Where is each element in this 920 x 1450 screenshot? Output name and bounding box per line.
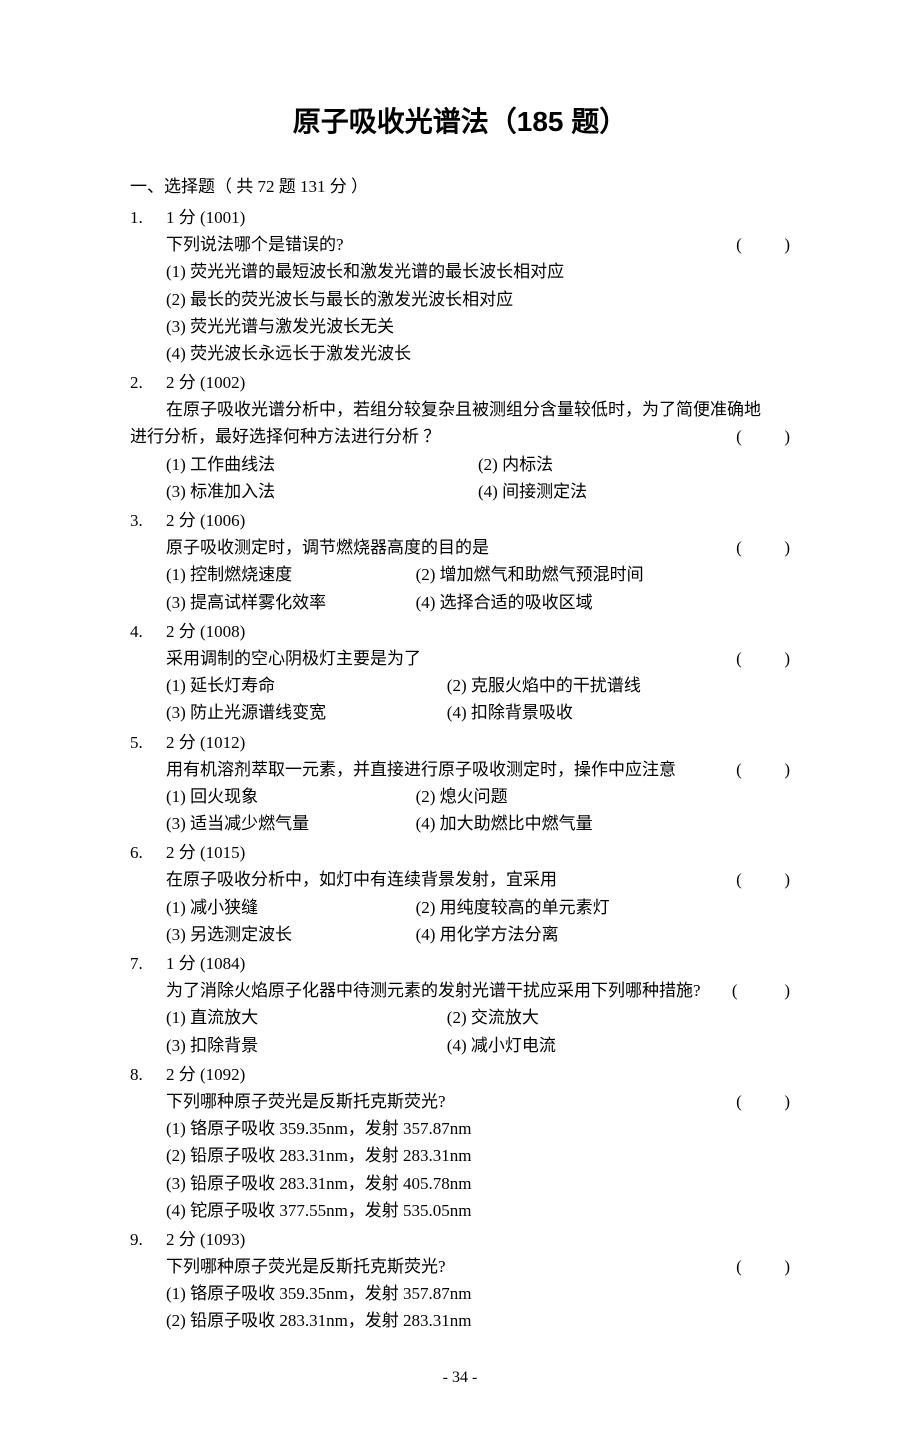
option-1: (1) 延长灯寿命	[166, 672, 447, 699]
question-5: 5. 2 分 (1012) 用有机溶剂萃取一元素，并直接进行原子吸收测定时，操作…	[130, 729, 790, 838]
question-6: 6. 2 分 (1015) 在原子吸收分析中，如灯中有连续背景发射，宜采用 ( …	[130, 839, 790, 948]
option-2: (2) 增加燃气和助燃气预混时间	[416, 561, 790, 588]
options: (1) 铬原子吸收 359.35nm，发射 357.87nm (2) 铅原子吸收…	[130, 1115, 790, 1224]
question-meta: 2 分 (1008)	[166, 618, 245, 645]
answer-blank: ( )	[736, 534, 790, 561]
question-stem: 为了消除火焰原子化器中待测元素的发射光谱干扰应采用下列哪种措施?	[166, 977, 728, 1004]
page-title: 原子吸收光谱法（185 题）	[130, 100, 790, 145]
question-meta: 2 分 (1002)	[166, 369, 245, 396]
option-1: (1) 铬原子吸收 359.35nm，发射 357.87nm	[166, 1115, 790, 1142]
option-2: (2) 铅原子吸收 283.31nm，发射 283.31nm	[166, 1307, 790, 1334]
question-stem: 采用调制的空心阴极灯主要是为了	[166, 645, 736, 672]
answer-blank: ( )	[736, 866, 790, 893]
answer-blank: ( )	[736, 231, 790, 258]
question-number: 9.	[130, 1226, 166, 1253]
option-1: (1) 减小狭缝	[166, 894, 416, 921]
question-9: 9. 2 分 (1093) 下列哪种原子荧光是反斯托克斯荧光? ( ) (1) …	[130, 1226, 790, 1335]
option-4: (4) 加大助燃比中燃气量	[416, 810, 790, 837]
question-number: 2.	[130, 369, 166, 396]
option-1: (1) 回火现象	[166, 783, 416, 810]
options: (1) 工作曲线法 (2) 内标法 (3) 标准加入法 (4) 间接测定法	[130, 451, 790, 505]
question-stem: 用有机溶剂萃取一元素，并直接进行原子吸收测定时，操作中应注意	[166, 756, 736, 783]
question-number: 4.	[130, 618, 166, 645]
question-stem-line1: 在原子吸收光谱分析中，若组分较复杂且被测组分含量较低时，为了简便准确地	[130, 396, 790, 423]
options: (1) 减小狭缝 (2) 用纯度较高的单元素灯 (3) 另选测定波长 (4) 用…	[130, 894, 790, 948]
options: (1) 延长灯寿命 (2) 克服火焰中的干扰谱线 (3) 防止光源谱线变宽 (4…	[130, 672, 790, 726]
option-2: (2) 熄火问题	[416, 783, 790, 810]
answer-blank: ( )	[736, 756, 790, 783]
page-footer: - 34 -	[130, 1365, 790, 1391]
question-number: 6.	[130, 839, 166, 866]
question-4: 4. 2 分 (1008) 采用调制的空心阴极灯主要是为了 ( ) (1) 延长…	[130, 618, 790, 727]
option-2: (2) 最长的荧光波长与最长的激发光波长相对应	[166, 286, 790, 313]
option-2: (2) 内标法	[478, 451, 790, 478]
options: (1) 荧光光谱的最短波长和激发光谱的最长波长相对应 (2) 最长的荧光波长与最…	[130, 258, 790, 367]
question-meta: 2 分 (1006)	[166, 507, 245, 534]
options: (1) 铬原子吸收 359.35nm，发射 357.87nm (2) 铅原子吸收…	[130, 1280, 790, 1334]
question-stem: 下列说法哪个是错误的?	[166, 231, 736, 258]
question-2: 2. 2 分 (1002) 在原子吸收光谱分析中，若组分较复杂且被测组分含量较低…	[130, 369, 790, 505]
option-1: (1) 铬原子吸收 359.35nm，发射 357.87nm	[166, 1280, 790, 1307]
option-1: (1) 工作曲线法	[166, 451, 478, 478]
option-3: (3) 标准加入法	[166, 478, 478, 505]
question-3: 3. 2 分 (1006) 原子吸收测定时，调节燃烧器高度的目的是 ( ) (1…	[130, 507, 790, 616]
answer-blank: ( )	[736, 1253, 790, 1280]
option-4: (4) 减小灯电流	[447, 1032, 790, 1059]
question-meta: 2 分 (1015)	[166, 839, 245, 866]
option-3: (3) 扣除背景	[166, 1032, 447, 1059]
answer-blank: ( )	[736, 645, 790, 672]
option-3: (3) 另选测定波长	[166, 921, 416, 948]
option-4: (4) 用化学方法分离	[416, 921, 790, 948]
question-meta: 1 分 (1001)	[166, 204, 245, 231]
answer-blank: ( )	[728, 977, 790, 1004]
question-stem: 在原子吸收分析中，如灯中有连续背景发射，宜采用	[166, 866, 736, 893]
question-meta: 2 分 (1092)	[166, 1061, 245, 1088]
answer-blank: ( )	[736, 1088, 790, 1115]
option-4: (4) 间接测定法	[478, 478, 790, 505]
option-2: (2) 铅原子吸收 283.31nm，发射 283.31nm	[166, 1142, 790, 1169]
question-number: 3.	[130, 507, 166, 534]
answer-blank: ( )	[736, 423, 790, 450]
question-number: 7.	[130, 950, 166, 977]
option-4: (4) 荧光波长永远长于激发光波长	[166, 340, 790, 367]
option-3: (3) 防止光源谱线变宽	[166, 699, 447, 726]
option-3: (3) 提高试样雾化效率	[166, 589, 416, 616]
option-4: (4) 选择合适的吸收区域	[416, 589, 790, 616]
question-meta: 2 分 (1093)	[166, 1226, 245, 1253]
question-stem: 原子吸收测定时，调节燃烧器高度的目的是	[166, 534, 736, 561]
question-meta: 2 分 (1012)	[166, 729, 245, 756]
option-2: (2) 用纯度较高的单元素灯	[416, 894, 790, 921]
section-heading: 一、选择题（ 共 72 题 131 分 ）	[130, 173, 790, 200]
question-number: 1.	[130, 204, 166, 231]
options: (1) 直流放大 (2) 交流放大 (3) 扣除背景 (4) 减小灯电流	[130, 1004, 790, 1058]
question-stem: 下列哪种原子荧光是反斯托克斯荧光?	[166, 1253, 736, 1280]
question-stem: 下列哪种原子荧光是反斯托克斯荧光?	[166, 1088, 736, 1115]
question-number: 8.	[130, 1061, 166, 1088]
question-stem-line2: 进行分析，最好选择何种方法进行分析 ？	[130, 423, 736, 450]
option-1: (1) 直流放大	[166, 1004, 447, 1031]
option-3: (3) 适当减少燃气量	[166, 810, 416, 837]
option-2: (2) 交流放大	[447, 1004, 790, 1031]
options: (1) 回火现象 (2) 熄火问题 (3) 适当减少燃气量 (4) 加大助燃比中…	[130, 783, 790, 837]
option-1: (1) 荧光光谱的最短波长和激发光谱的最长波长相对应	[166, 258, 790, 285]
option-2: (2) 克服火焰中的干扰谱线	[447, 672, 790, 699]
page: 原子吸收光谱法（185 题） 一、选择题（ 共 72 题 131 分 ） 1. …	[0, 0, 920, 1450]
option-1: (1) 控制燃烧速度	[166, 561, 416, 588]
question-8: 8. 2 分 (1092) 下列哪种原子荧光是反斯托克斯荧光? ( ) (1) …	[130, 1061, 790, 1224]
option-4: (4) 扣除背景吸收	[447, 699, 790, 726]
question-number: 5.	[130, 729, 166, 756]
question-1: 1. 1 分 (1001) 下列说法哪个是错误的? ( ) (1) 荧光光谱的最…	[130, 204, 790, 367]
option-3: (3) 铅原子吸收 283.31nm，发射 405.78nm	[166, 1170, 790, 1197]
question-meta: 1 分 (1084)	[166, 950, 245, 977]
option-3: (3) 荧光光谱与激发光波长无关	[166, 313, 790, 340]
question-7: 7. 1 分 (1084) 为了消除火焰原子化器中待测元素的发射光谱干扰应采用下…	[130, 950, 790, 1059]
options: (1) 控制燃烧速度 (2) 增加燃气和助燃气预混时间 (3) 提高试样雾化效率…	[130, 561, 790, 615]
option-4: (4) 铊原子吸收 377.55nm，发射 535.05nm	[166, 1197, 790, 1224]
